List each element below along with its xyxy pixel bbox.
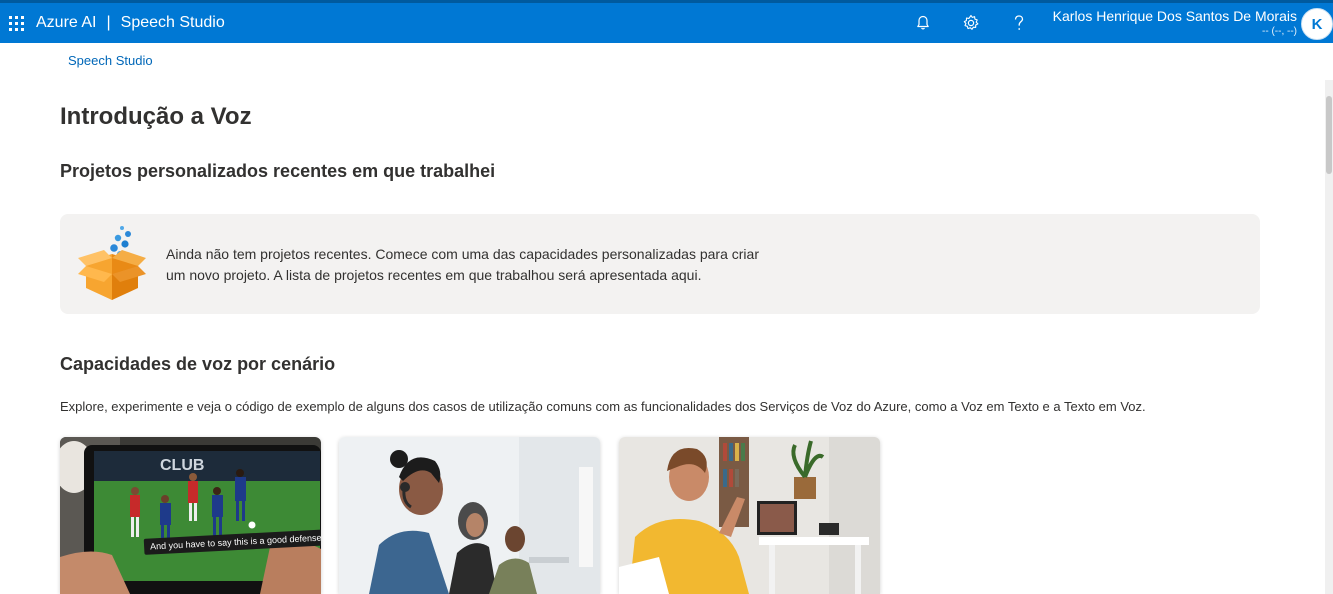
scenario-card-captioning[interactable]: CLUB And you have to say this is a good …: [60, 437, 321, 594]
recent-projects-empty-state: Ainda não tem projetos recentes. Comece …: [60, 214, 1260, 314]
top-bar: Azure AI | Speech Studio Karlos Henrique…: [0, 0, 1333, 43]
scrollbar-thumb[interactable]: [1326, 96, 1332, 174]
soccer-tablet-image: CLUB: [60, 437, 321, 594]
empty-state-line-2: um novo projeto. A lista de projetos rec…: [166, 267, 702, 283]
gear-icon: [963, 14, 979, 30]
open-box-icon: [78, 226, 146, 300]
video-call-image: [619, 437, 880, 594]
user-directory: -- (--, --): [1262, 26, 1297, 37]
product-name: Speech Studio: [120, 14, 225, 31]
page-scrollbar[interactable]: [1325, 80, 1333, 594]
empty-state-message: Ainda não tem projetos recentes. Comece …: [166, 244, 786, 286]
bell-icon: [917, 15, 929, 30]
capabilities-description: Explore, experimente e veja o código de …: [60, 399, 1146, 414]
svg-text:CLUB: CLUB: [160, 457, 204, 474]
call-center-image: [339, 437, 600, 594]
settings-button[interactable]: [947, 3, 995, 43]
scenario-card-video-call[interactable]: [619, 437, 880, 594]
waffle-icon: [8, 15, 24, 31]
notifications-button[interactable]: [899, 3, 947, 43]
help-button[interactable]: [995, 3, 1043, 43]
empty-state-line-1: Ainda não tem projetos recentes. Comece …: [166, 246, 759, 262]
brand[interactable]: Azure AI | Speech Studio: [36, 14, 225, 32]
capabilities-title: Capacidades de voz por cenário: [60, 354, 336, 374]
page-title: Introdução a Voz: [60, 103, 252, 130]
recent-projects-title: Projetos personalizados recentes em que …: [60, 161, 496, 181]
brand-name: Azure AI: [36, 14, 97, 31]
scenario-card-call-center[interactable]: [339, 437, 600, 594]
app-launcher-button[interactable]: [0, 3, 32, 43]
help-icon: [1014, 15, 1024, 30]
account-info[interactable]: Karlos Henrique Dos Santos De Morais -- …: [1053, 7, 1297, 39]
breadcrumb[interactable]: Speech Studio: [68, 53, 153, 68]
avatar[interactable]: K: [1301, 8, 1333, 40]
user-name: Karlos Henrique Dos Santos De Morais: [1052, 8, 1297, 24]
brand-separator: |: [106, 14, 111, 31]
